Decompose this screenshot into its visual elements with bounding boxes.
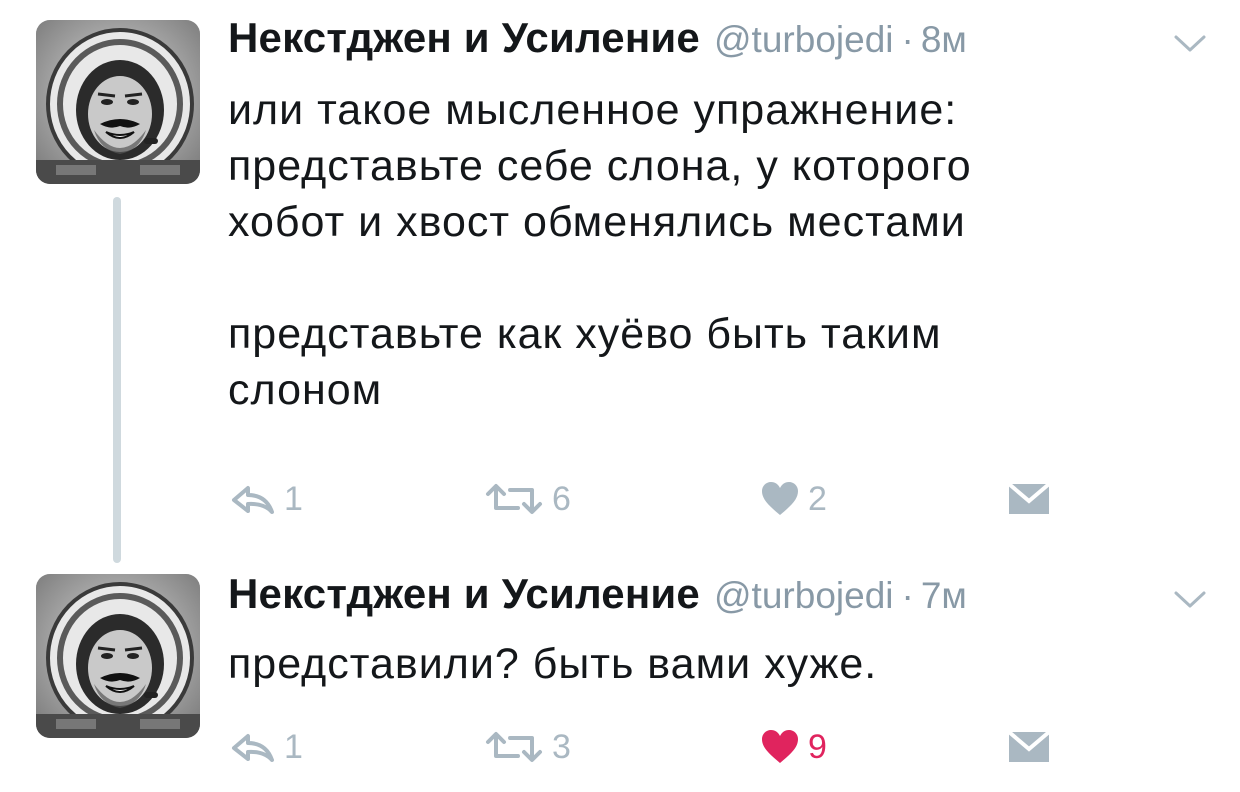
tweet[interactable]: Некстджен и Усиление @turbojedi · 7м пре… — [0, 560, 1240, 792]
heart-icon — [762, 730, 798, 763]
avatar[interactable] — [36, 20, 200, 184]
astronaut-avatar-icon — [36, 574, 200, 738]
reply-icon — [232, 734, 274, 762]
tweet-menu-button[interactable] — [1172, 32, 1208, 56]
tweet-text: или такое мысленное упражнение: представ… — [228, 86, 972, 414]
chevron-down-icon — [1174, 35, 1206, 52]
retweet-icon — [486, 732, 542, 762]
envelope-icon — [1007, 730, 1051, 762]
tweet-actions: 1 6 2 — [0, 474, 1240, 524]
reply-button[interactable]: 1 — [230, 474, 303, 524]
tweet-actions: 1 3 9 — [0, 722, 1240, 772]
username-handle[interactable]: @turbojedi — [714, 19, 894, 61]
timestamp[interactable]: 7м — [921, 575, 967, 617]
reply-icon — [232, 486, 274, 514]
reply-button[interactable]: 1 — [230, 722, 303, 772]
like-count: 2 — [808, 479, 827, 518]
tweet-menu-button[interactable] — [1172, 588, 1208, 612]
direct-message-button[interactable] — [1006, 474, 1052, 524]
direct-message-button[interactable] — [1006, 722, 1052, 772]
like-count: 9 — [808, 727, 827, 766]
display-name[interactable]: Некстджен и Усиление — [228, 570, 700, 618]
like-button[interactable]: 2 — [760, 474, 827, 524]
chevron-down-icon — [1174, 591, 1206, 608]
heart-icon — [762, 482, 798, 515]
avatar[interactable] — [36, 574, 200, 738]
retweet-icon — [486, 484, 542, 514]
reply-count: 1 — [284, 479, 303, 518]
separator-dot: · — [901, 575, 914, 616]
retweet-count: 6 — [552, 479, 571, 518]
retweet-count: 3 — [552, 727, 571, 766]
tweet[interactable]: Некстджен и Усиление @turbojedi · 8м или… — [0, 0, 1240, 563]
astronaut-avatar-icon — [36, 20, 200, 184]
tweet-text: представили? быть вами хуже. — [228, 640, 878, 688]
display-name[interactable]: Некстджен и Усиление — [228, 14, 700, 62]
retweet-button[interactable]: 3 — [484, 722, 571, 772]
tweet-header: Некстджен и Усиление @turbojedi · 7м — [228, 570, 967, 620]
username-handle[interactable]: @turbojedi — [714, 575, 894, 617]
like-button[interactable]: 9 — [760, 722, 827, 772]
retweet-button[interactable]: 6 — [484, 474, 571, 524]
reply-count: 1 — [284, 727, 303, 766]
tweet-header: Некстджен и Усиление @turbojedi · 8м — [228, 14, 967, 64]
timestamp[interactable]: 8м — [921, 19, 967, 61]
separator-dot: · — [901, 19, 914, 60]
envelope-icon — [1007, 482, 1051, 514]
